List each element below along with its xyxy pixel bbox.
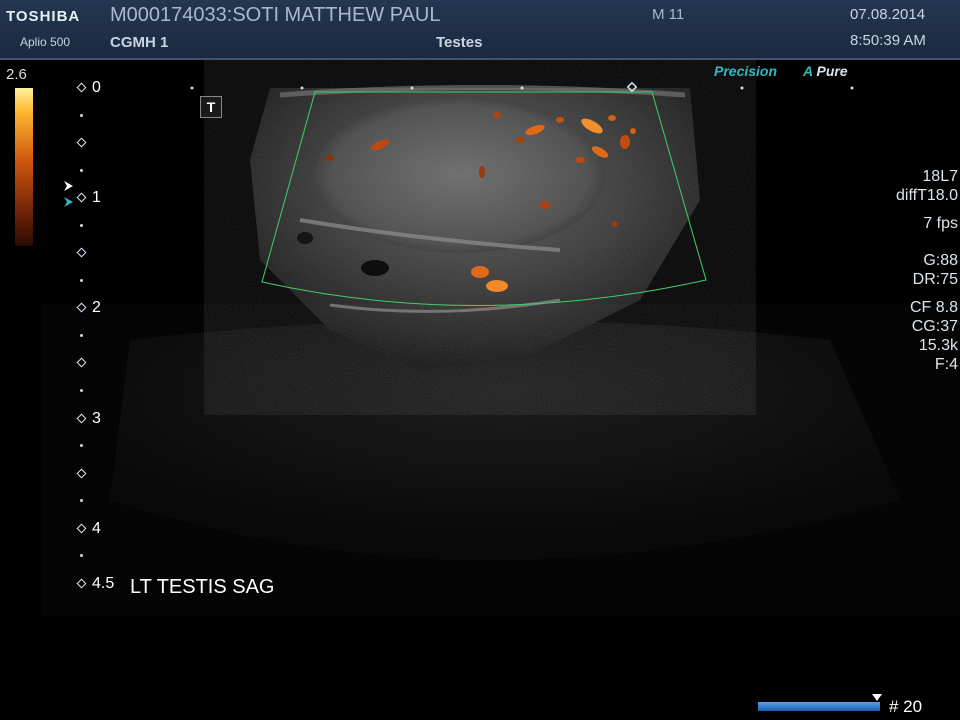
cine-progress-bar[interactable] [758,702,880,711]
depth-dot [80,224,83,227]
color-gain-label: CG:37 [911,318,958,335]
patient-id: M000174033:SOTI MATTHEW PAUL [110,4,441,26]
focus-arrow-icon [64,181,73,207]
depth-label: 4 [92,520,101,537]
brand-logo: TOSHIBA [6,8,81,25]
depth-dot [80,114,83,117]
apure-a: A [803,63,813,79]
frame-number: # 20 [889,697,923,716]
depth-dot [80,389,83,392]
exam-type: Testes [436,34,483,51]
transducer-orientation-marker: T [200,96,222,118]
depth-label: 3 [92,410,101,427]
color-scale-bar [15,88,33,246]
depth-label: 2 [92,299,101,316]
depth-label: 4.5 [92,575,115,592]
depth-dot [80,444,83,447]
probe-label: 18L7 [922,168,958,185]
prf-label: 15.3k [918,337,958,354]
cine-position-marker[interactable] [872,694,882,701]
apure-badge: A Pure [803,63,848,79]
body-annotation: LT TESTIS SAG [130,576,275,598]
depth-dot [80,334,83,337]
depth-label: 0 [92,79,101,96]
apure-word: Pure [816,63,848,79]
depth-dot [80,554,83,557]
color-scale-max: 2.6 [6,66,27,83]
precision-badge: Precision [714,63,778,79]
color-frequency-label: CF 8.8 [909,299,958,316]
exam-time: 8:50:39 AM [850,32,926,49]
depth-dot [80,499,83,502]
filter-label: F:4 [934,356,958,373]
header-bar: TOSHIBA Aplio 500 M000174033:SOTI MATTHE… [0,0,960,60]
depth-dot [80,169,83,172]
exam-date: 07.08.2014 [850,6,926,23]
hospital-name: CGMH 1 [110,34,169,51]
dynamic-range-label: DR:75 [912,271,958,288]
ultrasound-image [110,81,910,590]
fps-label: 7 fps [923,215,958,232]
preset-label: diffT18.0 [896,187,958,204]
mode-indicator: M 11 [652,6,685,23]
gain-label: G:88 [923,252,958,269]
depth-dot [80,279,83,282]
machine-model: Aplio 500 [20,35,71,49]
depth-label: 1 [92,189,101,206]
parameter-panel: 18L7 diffT18.0 7 fps G:88 DR:75 CF 8.8 C… [896,167,958,374]
